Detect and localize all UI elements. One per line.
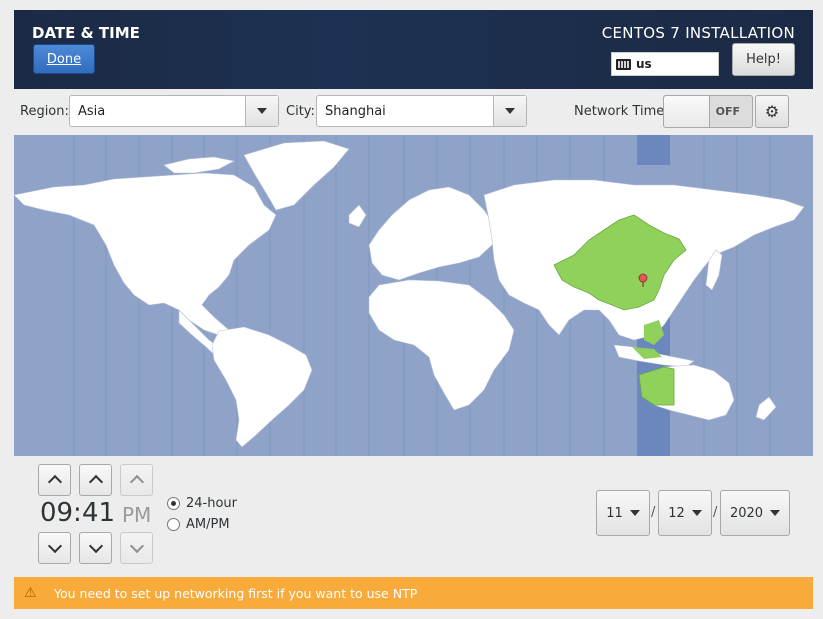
city-combo[interactable]: Shanghai	[316, 95, 527, 127]
day-combo[interactable]: 12	[658, 490, 712, 536]
time-separator: :	[73, 498, 82, 528]
region-label: Region:	[20, 104, 69, 119]
network-time-label: Network Time	[574, 104, 665, 119]
month-combo[interactable]: 11	[596, 490, 650, 536]
format-ampm-radio[interactable]	[167, 518, 180, 531]
ampm-down-button[interactable]	[120, 532, 153, 564]
hour-display: 09	[40, 498, 74, 528]
city-value: Shanghai	[325, 104, 386, 119]
help-button[interactable]: Help!	[732, 43, 795, 76]
date-separator: /	[713, 505, 718, 520]
minute-down-button[interactable]	[79, 532, 112, 564]
gear-icon: ⚙	[764, 102, 780, 121]
format-24hour-label[interactable]: 24-hour	[186, 496, 237, 511]
region-value: Asia	[78, 104, 106, 119]
chevron-down-icon	[629, 510, 640, 516]
format-ampm-label[interactable]: AM/PM	[186, 517, 230, 532]
chevron-down-icon[interactable]	[245, 96, 278, 126]
format-24hour-radio[interactable]	[167, 497, 180, 510]
chevron-down-icon	[691, 510, 702, 516]
world-map-svg[interactable]	[14, 135, 813, 456]
header-bar: DATE & TIME Done CENTOS 7 INSTALLATION u…	[14, 10, 813, 89]
ampm-display: PM	[122, 503, 152, 527]
page-title: DATE & TIME	[32, 24, 140, 42]
ampm-up-button[interactable]	[120, 464, 153, 496]
keyboard-layout-label: us	[636, 57, 652, 71]
year-value: 2020	[729, 505, 764, 521]
timezone-map[interactable]	[14, 135, 813, 456]
done-button[interactable]: Done	[33, 44, 95, 74]
timezone-band-top	[637, 135, 670, 165]
chevron-down-icon[interactable]	[493, 96, 526, 126]
region-combo[interactable]: Asia	[69, 95, 279, 127]
minute-up-button[interactable]	[79, 464, 112, 496]
hour-down-button[interactable]	[38, 532, 71, 564]
city-label: City:	[286, 104, 315, 119]
date-separator: /	[651, 505, 656, 520]
keyboard-layout-indicator[interactable]: us	[611, 52, 719, 76]
product-title: CENTOS 7 INSTALLATION	[601, 24, 795, 42]
switch-state-label: OFF	[715, 105, 740, 118]
switch-knob[interactable]	[664, 96, 710, 127]
network-time-switch[interactable]: OFF	[663, 95, 753, 128]
minute-display: 41	[82, 498, 116, 528]
hour-up-button[interactable]	[38, 464, 71, 496]
warning-bar: ⚠ You need to set up networking first if…	[14, 577, 813, 609]
keyboard-icon	[616, 58, 631, 70]
ntp-config-button[interactable]: ⚙	[755, 95, 789, 128]
warning-icon: ⚠	[24, 585, 37, 601]
day-value: 12	[668, 505, 685, 521]
warning-text: You need to set up networking first if y…	[54, 585, 418, 601]
chevron-down-icon	[770, 510, 781, 516]
year-combo[interactable]: 2020	[720, 490, 790, 536]
month-value: 11	[606, 505, 623, 521]
